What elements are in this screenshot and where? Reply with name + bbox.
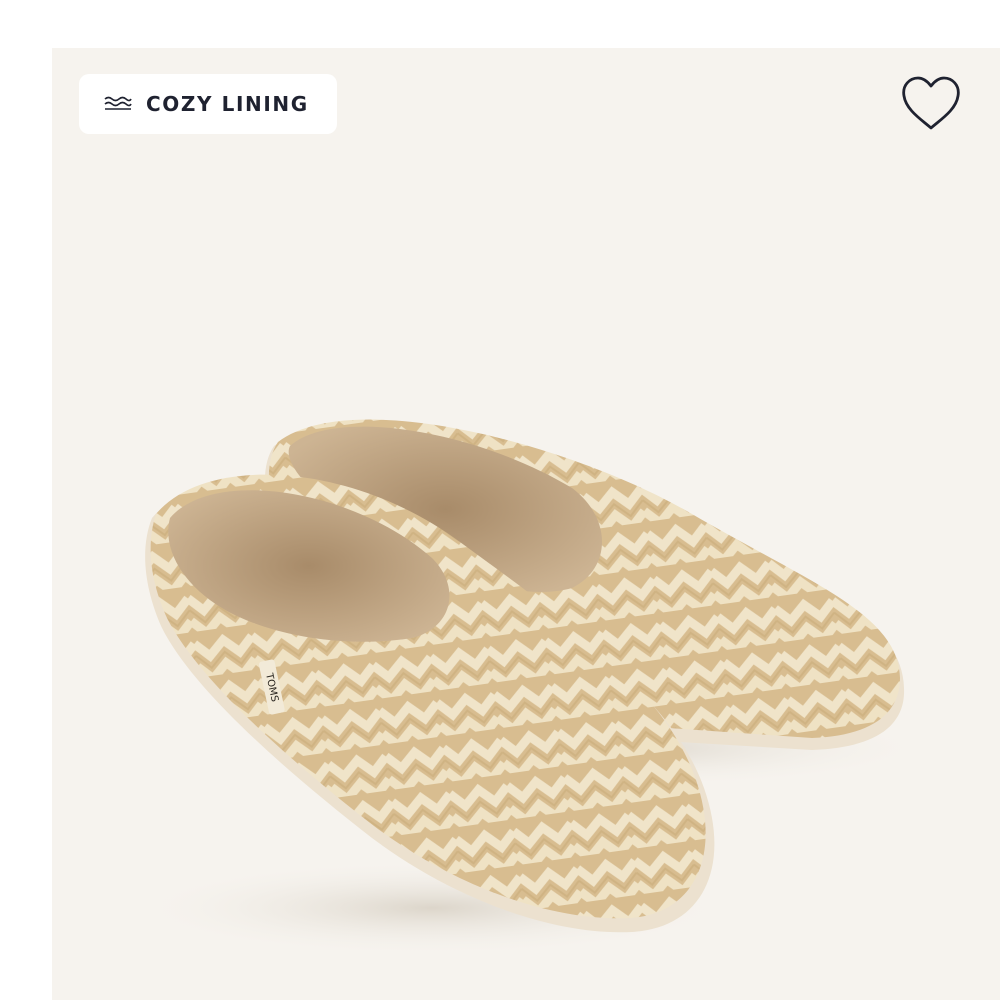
- heart-outline-icon: [902, 76, 960, 130]
- wishlist-button[interactable]: [900, 74, 962, 134]
- cozy-lining-badge: COZY LINING: [79, 74, 337, 134]
- cozy-lining-waves-icon: [104, 96, 132, 110]
- product-image[interactable]: TOMS: [52, 48, 1000, 1000]
- product-card[interactable]: TOMS COZY LINING: [52, 48, 1000, 1000]
- badge-label: COZY LINING: [146, 92, 309, 116]
